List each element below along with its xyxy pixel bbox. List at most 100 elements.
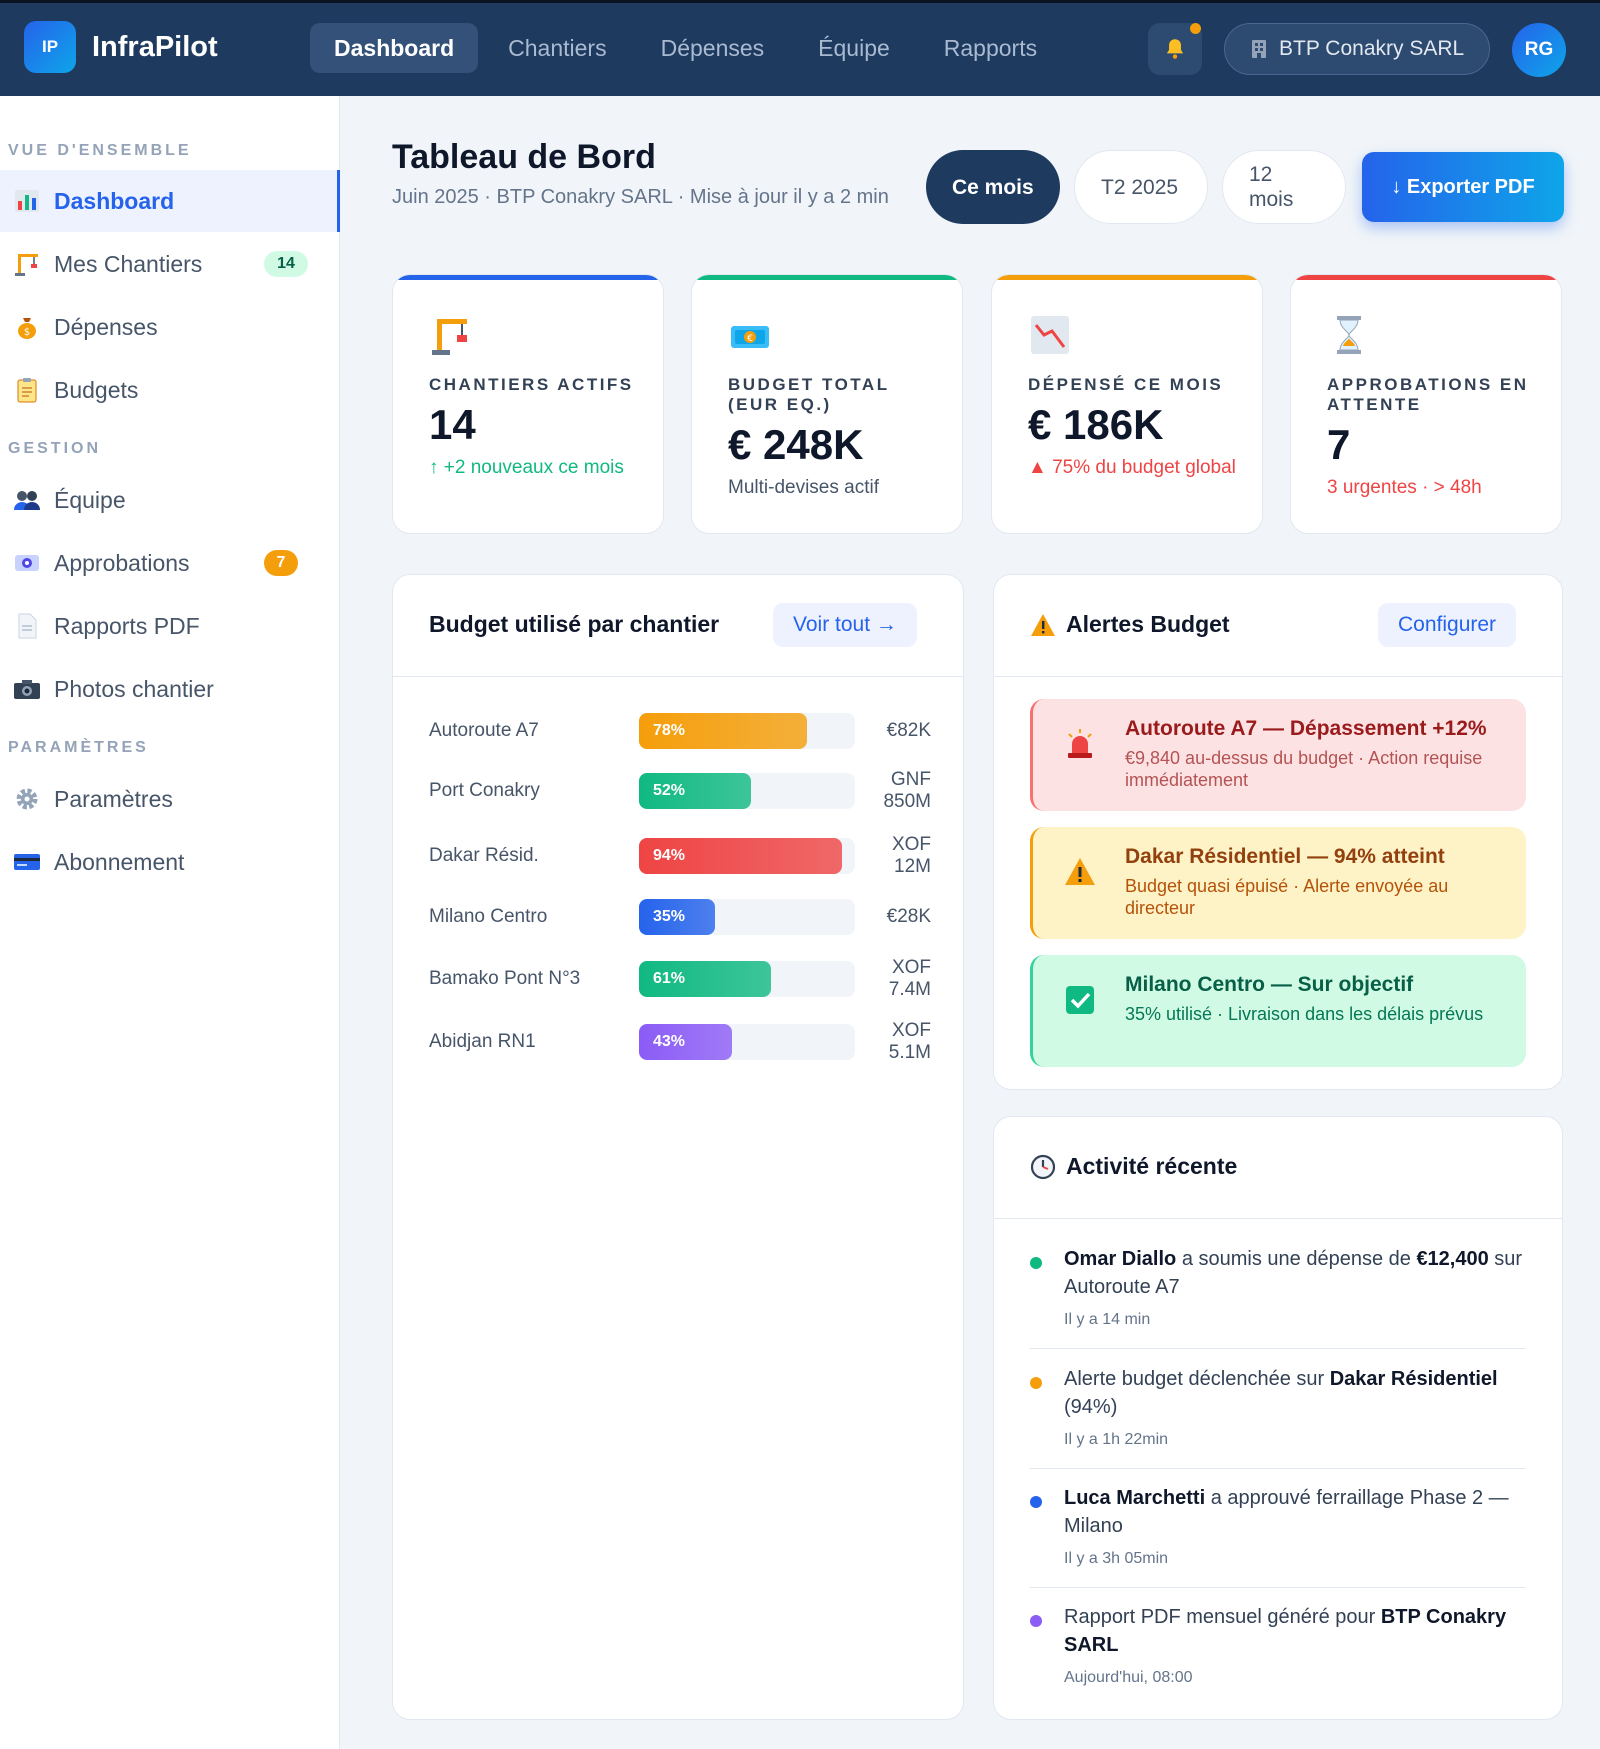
document-icon	[12, 611, 42, 641]
nav-equipe[interactable]: Équipe	[794, 23, 914, 73]
crane-icon	[429, 313, 473, 357]
bar-fill: 43%	[639, 1024, 732, 1060]
sidebar-section-overview: VUE D'ENSEMBLE	[8, 142, 192, 159]
sidebar-item-label: Équipe	[54, 486, 126, 513]
money-bag-icon: $	[12, 312, 42, 342]
configure-button[interactable]: Configurer	[1378, 603, 1517, 647]
kpi-label: CHANTIERS ACTIFS	[429, 375, 634, 394]
sidebar-item-parametres[interactable]: Paramètres	[0, 768, 340, 830]
period-this-month[interactable]: Ce mois	[926, 150, 1060, 224]
sidebar-item-abonnement[interactable]: Abonnement	[0, 831, 340, 893]
activity-status-dot	[1030, 1257, 1042, 1269]
sidebar-item-label: Photos chantier	[54, 675, 214, 702]
user-avatar[interactable]: RG	[1512, 23, 1566, 77]
activity-item[interactable]: Omar Diallo a soumis une dépense de €12,…	[1030, 1245, 1526, 1349]
svg-text:€: €	[747, 334, 753, 344]
panel-title-text: Alertes Budget	[1066, 611, 1230, 637]
gear-icon	[12, 784, 42, 814]
panel-title: Activité récente	[1030, 1153, 1237, 1180]
budget-bar-row[interactable]: Milano Centro 35% €28K	[429, 895, 931, 939]
budget-bar-row[interactable]: Port Conakry 52% GNF 850M	[429, 769, 931, 813]
budget-bar-row[interactable]: Abidjan RN1 43% XOF 5.1M	[429, 1020, 931, 1064]
sidebar-item-equipe[interactable]: Équipe	[0, 469, 340, 531]
activity-status-dot	[1030, 1377, 1042, 1389]
bar-amount-label: XOF 7.4M	[888, 957, 931, 1000]
kpi-note: Multi-devises actif	[728, 477, 879, 498]
activity-timestamp: Il y a 14 min	[1064, 1311, 1151, 1328]
chart-icon	[12, 186, 42, 216]
sidebar-item-label: Dépenses	[54, 313, 158, 340]
chart-down-icon	[1028, 313, 1072, 357]
budget-bar-row[interactable]: Bamako Pont N°3 61% XOF 7.4M	[429, 957, 931, 1001]
activity-text: Alerte budget déclenchée sur Dakar Résid…	[1064, 1368, 1498, 1418]
app-name[interactable]: InfraPilot	[92, 31, 218, 64]
kpi-label: BUDGET TOTAL (EUR EQ.)	[728, 375, 890, 414]
crane-icon	[12, 249, 42, 279]
app-logo[interactable]: IP	[24, 21, 76, 73]
money-icon: €	[728, 313, 772, 357]
budget-bar-row[interactable]: Dakar Résid. 94% XOF 12M	[429, 834, 931, 878]
sidebar-item-photos[interactable]: Photos chantier	[0, 658, 340, 720]
sidebar-item-budgets[interactable]: Budgets	[0, 359, 340, 421]
approvals-count-badge: 7	[264, 550, 298, 576]
sidebar-item-chantiers[interactable]: Mes Chantiers 14	[0, 233, 340, 295]
see-all-button[interactable]: Voir tout →	[773, 603, 917, 647]
panel-header: Budget utilisé par chantier Voir tout →	[393, 575, 963, 677]
nav-rapports[interactable]: Rapports	[920, 23, 1061, 73]
page-title: Tableau de Bord	[392, 138, 656, 176]
kpi-value: 14	[429, 401, 476, 448]
logo-initials: IP	[41, 37, 59, 56]
activity-text: Omar Diallo a soumis une dépense de €12,…	[1064, 1248, 1523, 1298]
kpi-label: APPROBATIONS EN ATTENTE	[1327, 375, 1529, 414]
kpi-accent-bar	[992, 275, 1262, 280]
period-12-months[interactable]: 12 mois	[1222, 150, 1346, 224]
bar-track: 43%	[639, 1024, 855, 1060]
org-switcher[interactable]: BTP Conakry SARL	[1224, 23, 1490, 75]
nav-dashboard[interactable]: Dashboard	[310, 23, 479, 73]
kpi-value: 7	[1327, 421, 1351, 468]
alert-text: Budget quasi épuisé · Alerte envoyée au …	[1125, 876, 1449, 918]
bar-fill: 94%	[639, 838, 842, 874]
sidebar-item-rapports[interactable]: Rapports PDF	[0, 595, 340, 657]
bar-category-label: Port Conakry	[429, 780, 540, 801]
sidebar-item-label: Approbations	[54, 549, 190, 576]
period-quarter[interactable]: T2 2025	[1074, 150, 1208, 224]
sidebar-item-label: Abonnement	[54, 848, 185, 875]
activity-text: Rapport PDF mensuel généré pour BTP Cona…	[1064, 1606, 1507, 1656]
nav-chantiers[interactable]: Chantiers	[484, 23, 630, 73]
activity-item[interactable]: Rapport PDF mensuel généré pour BTP Cona…	[1030, 1603, 1526, 1703]
nav-depenses[interactable]: Dépenses	[637, 23, 789, 73]
sidebar-item-label: Dashboard	[54, 187, 175, 214]
sidebar-item-approbations[interactable]: Approbations 7	[0, 532, 340, 594]
activity-timestamp: Il y a 3h 05min	[1064, 1550, 1169, 1567]
activity-status-dot	[1030, 1496, 1042, 1508]
activity-item[interactable]: Alerte budget déclenchée sur Dakar Résid…	[1030, 1365, 1526, 1469]
alert-text: 35% utilisé · Livraison dans les délais …	[1125, 1004, 1484, 1024]
budget-bar-row[interactable]: Autoroute A7 78% €82K	[429, 709, 931, 753]
kpi-card-budget: € BUDGET TOTAL (EUR EQ.) € 248K Multi-de…	[691, 274, 963, 534]
kpi-accent-bar	[692, 275, 962, 280]
alert-text: €9,840 au-dessus du budget · Action requ…	[1125, 748, 1483, 790]
page-subtitle: Juin 2025 · BTP Conakry SARL · Mise à jo…	[392, 186, 889, 208]
bar-fill: 61%	[639, 961, 771, 997]
bar-fill: 35%	[639, 899, 715, 935]
kpi-card-spent: DÉPENSÉ CE MOIS € 186K ▲ 75% du budget g…	[991, 274, 1263, 534]
bar-amount-label: XOF 12M	[891, 834, 931, 877]
bar-category-label: Milano Centro	[429, 906, 548, 927]
activity-item[interactable]: Luca Marchetti a approuvé ferraillage Ph…	[1030, 1484, 1526, 1588]
bar-amount-label: GNF 850M	[883, 769, 931, 812]
panel-header: Activité récente	[994, 1117, 1562, 1219]
alert-title: Milano Centro — Sur objectif	[1125, 973, 1414, 996]
alert-card-overrun[interactable]: Autoroute A7 — Dépassement +12% €9,840 a…	[1030, 699, 1526, 811]
kpi-note: ↑ +2 nouveaux ce mois	[429, 457, 624, 478]
alert-title: Dakar Résidentiel — 94% atteint	[1125, 845, 1445, 868]
bar-category-label: Abidjan RN1	[429, 1031, 536, 1052]
alert-card-on-target[interactable]: Milano Centro — Sur objectif 35% utilisé…	[1030, 955, 1526, 1067]
export-pdf-button[interactable]: ↓ Exporter PDF	[1362, 152, 1564, 222]
activity-timestamp: Aujourd'hui, 08:00	[1064, 1669, 1193, 1686]
sidebar-item-label: Rapports PDF	[54, 612, 200, 639]
sidebar-item-depenses[interactable]: $ Dépenses	[0, 296, 340, 358]
alert-card-near-limit[interactable]: Dakar Résidentiel — 94% atteint Budget q…	[1030, 827, 1526, 939]
sidebar-item-dashboard[interactable]: Dashboard	[0, 170, 340, 232]
bell-icon	[1166, 39, 1184, 59]
